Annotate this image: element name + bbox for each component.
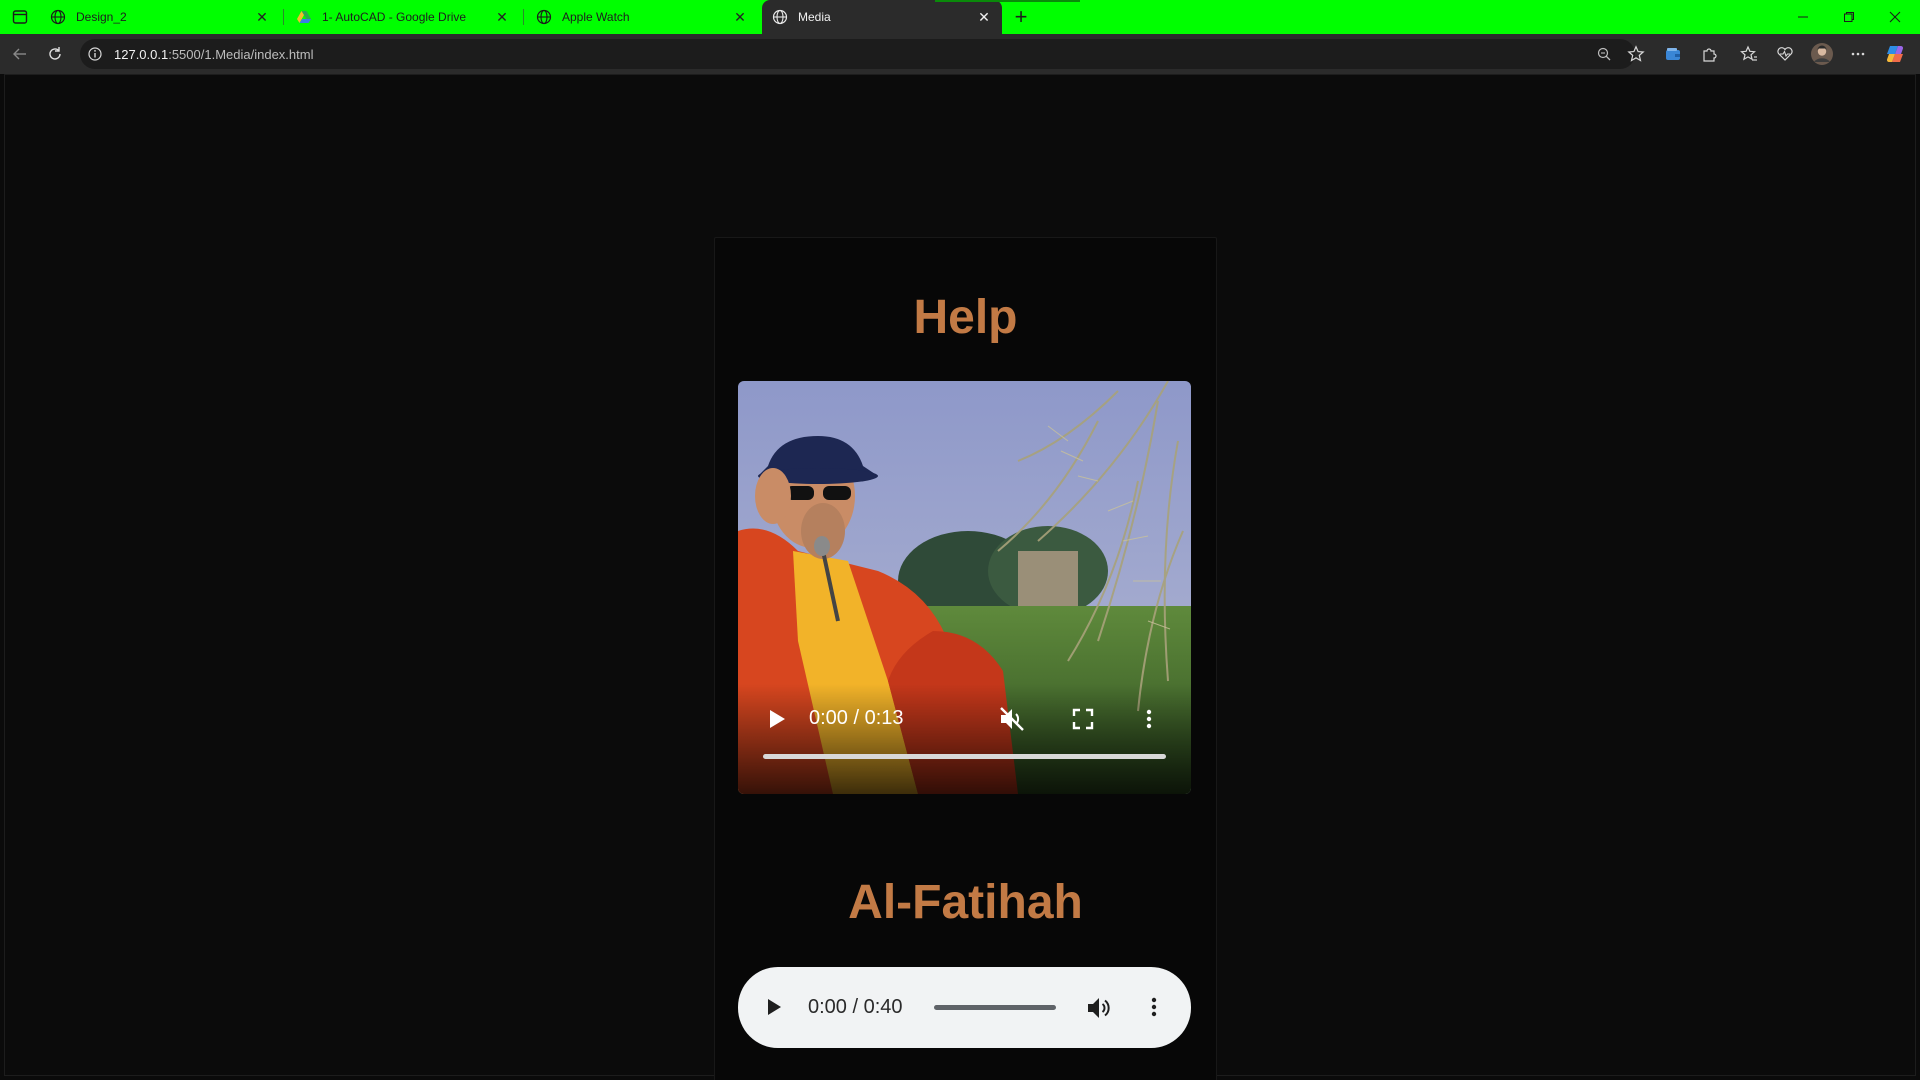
tab-apple-watch[interactable]: Apple Watch ✕ <box>526 0 758 34</box>
browser-essentials-icon[interactable] <box>1773 42 1797 66</box>
favorites-icon[interactable] <box>1737 42 1761 66</box>
globe-icon <box>50 9 66 25</box>
audio-more-options-icon[interactable] <box>1146 993 1162 1021</box>
close-tab-icon[interactable]: ✕ <box>976 9 992 25</box>
video-progress-bar[interactable] <box>763 754 1166 759</box>
new-tab-button[interactable]: + <box>1008 4 1034 30</box>
tab-title: Apple Watch <box>562 10 630 24</box>
restore-icon[interactable] <box>1826 0 1872 34</box>
close-tab-icon[interactable]: ✕ <box>494 9 510 25</box>
tab-title: Media <box>798 10 831 24</box>
profile-avatar-icon[interactable] <box>1810 42 1834 66</box>
tab-design-2[interactable]: Design_2 ✕ <box>40 0 280 34</box>
close-tab-icon[interactable]: ✕ <box>732 9 748 25</box>
muted-speaker-icon[interactable] <box>997 704 1027 734</box>
tab-title: Design_2 <box>76 10 127 24</box>
play-icon[interactable] <box>760 993 788 1021</box>
video-more-options-icon[interactable] <box>1141 705 1157 733</box>
tab-autocad-drive[interactable]: 1- AutoCAD - Google Drive ✕ <box>286 0 520 34</box>
minimize-icon[interactable] <box>1780 0 1826 34</box>
video-time: 0:00 / 0:13 <box>809 707 904 729</box>
page-viewport: Help 0:00 / 0:13 Al-Fatihah 0:00 / 0:40 <box>4 74 1916 1080</box>
fullscreen-icon[interactable] <box>1070 706 1096 732</box>
globe-icon <box>536 9 552 25</box>
audio-heading: Al-Fatihah <box>848 876 1083 929</box>
video-heading: Help <box>913 291 1018 344</box>
address-bar[interactable]: 127.0.0.1:5500/1.Media/index.html <box>80 39 1645 69</box>
media-card: Help 0:00 / 0:13 Al-Fatihah 0:00 / 0:40 <box>714 237 1217 1080</box>
audio-progress-bar[interactable] <box>934 1005 1056 1010</box>
close-tab-icon[interactable]: ✕ <box>254 9 270 25</box>
close-window-icon[interactable] <box>1872 0 1918 34</box>
tab-bar: Design_2 ✕ 1- AutoCAD - Google Drive ✕ A… <box>0 0 1920 34</box>
zoom-icon[interactable] <box>1592 42 1616 66</box>
back-arrow-icon[interactable] <box>7 41 33 67</box>
tab-title: 1- AutoCAD - Google Drive <box>322 10 467 24</box>
tab-media[interactable]: Media ✕ <box>762 0 1002 34</box>
copilot-icon[interactable] <box>1883 42 1907 66</box>
video-player[interactable]: 0:00 / 0:13 <box>738 381 1191 794</box>
google-drive-icon <box>296 9 312 25</box>
tab-divider <box>283 9 284 25</box>
audio-time: 0:00 / 0:40 <box>808 996 903 1018</box>
more-menu-icon[interactable] <box>1846 42 1870 66</box>
video-controls-gradient <box>738 684 1191 794</box>
browser-toolbar: 127.0.0.1:5500/1.Media/index.html <box>0 34 1920 74</box>
star-favorite-icon[interactable] <box>1624 42 1648 66</box>
wallet-icon[interactable] <box>1661 42 1685 66</box>
play-icon[interactable] <box>763 705 791 733</box>
speaker-volume-icon[interactable] <box>1084 993 1114 1023</box>
tab-actions-icon[interactable] <box>8 6 32 28</box>
globe-icon <box>772 9 788 25</box>
extensions-icon[interactable] <box>1697 42 1721 66</box>
media-playing-indicator <box>935 0 1080 2</box>
audio-player[interactable]: 0:00 / 0:40 <box>738 967 1191 1048</box>
refresh-icon[interactable] <box>42 41 68 67</box>
url-text: 127.0.0.1:5500/1.Media/index.html <box>114 47 313 62</box>
url-host: 127.0.0.1 <box>114 47 169 62</box>
site-info-icon[interactable] <box>87 46 103 62</box>
url-path: :5500/1.Media/index.html <box>168 47 314 62</box>
tab-divider <box>523 9 524 25</box>
